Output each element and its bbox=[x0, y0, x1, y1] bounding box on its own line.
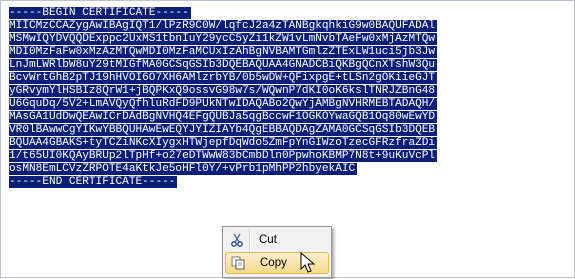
menu-item-label: Copy bbox=[260, 257, 287, 269]
selected-text: yGRvymYlHSBIz8QrW1+jBQPKxQ9ossvG98w7s/WQ… bbox=[9, 85, 438, 97]
menu-item-cut[interactable]: Cut bbox=[225, 229, 329, 250]
certificate-line: MDI0MzFaFw0xMzAzMTQwMDI0MzFaMCUxIzAhBgNV… bbox=[9, 46, 569, 59]
selected-text: MIICMzCCAZygAwIBAgIQT1/lPzR9C0W/lqfcJ2a4… bbox=[9, 20, 438, 32]
certificate-line: 1/t65UI0KQAyBRUp2lTpHf+o27eDTWwW83bCmbDl… bbox=[9, 150, 569, 163]
certificate-line: MIICMzCCAZygAwIBAgIQT1/lPzR9C0W/lqfcJ2a4… bbox=[9, 20, 569, 33]
certificate-line: BQUAA4GBAKS+tyTCZiNKcXIygxHTWjepfDqWdo5Z… bbox=[9, 137, 569, 150]
certificate-line: MAsGA1UdDwQEAwICrDAdBgNVHQ4EFgQUBJa5qgBc… bbox=[9, 111, 569, 124]
certificate-line: U6GquDq/5V2+LmAVQyQfhluRdFD9PUkNTwIDAQAB… bbox=[9, 98, 569, 111]
selected-text: BcvWrtGhB2pTJ19hHVOI6O7XH6AMlzrbYB/0b5wD… bbox=[9, 72, 438, 84]
certificate-line: yGRvymYlHSBIz8QrW1+jBQPKxQ9ossvG98w7s/WQ… bbox=[9, 85, 569, 98]
selected-text: -----END CERTIFICATE----- bbox=[9, 176, 178, 188]
selected-text: U6GquDq/5V2+LmAVQyQfhluRdFD9PUkNTwIDAQAB… bbox=[9, 98, 438, 110]
selected-text: osMN8EmLCVzZRPOTE4aKtkJe5oHFl0Y/+vPrb1pM… bbox=[9, 163, 358, 175]
certificate-line: LnJmLWRlbW8uY29tMIGfMA0GCSqGSIb3DQEBAQUA… bbox=[9, 59, 569, 72]
selected-text: MDI0MzFaFw0xMzAzMTQwMDI0MzFaMCUxIzAhBgNV… bbox=[9, 46, 438, 58]
selected-text: 1/t65UI0KQAyBRUp2lTpHf+o27eDTWwW83bCmbDl… bbox=[9, 150, 438, 162]
certificate-line: -----BEGIN CERTIFICATE----- bbox=[9, 7, 569, 20]
menu-item-label: Cut bbox=[259, 233, 277, 246]
selected-text: MSMwIQYDVQQDExppc2UxMS1tbnIuY29ycC5yZi1k… bbox=[9, 33, 438, 45]
copy-icon bbox=[226, 256, 250, 270]
certificate-line: VR0lBAwwCgYIKwYBBQUHAwEwEQYJYIZIAYb4QgEB… bbox=[9, 124, 569, 137]
selected-text: -----BEGIN CERTIFICATE----- bbox=[9, 7, 191, 19]
scissors-icon bbox=[225, 233, 249, 247]
certificate-line: -----END CERTIFICATE----- bbox=[9, 176, 569, 189]
mouse-pointer-icon bbox=[300, 251, 316, 279]
selected-text: MAsGA1UdDwQEAwICrDAdBgNVHQ4EFgQUBJa5qgBc… bbox=[9, 111, 438, 123]
certificate-line: osMN8EmLCVzZRPOTE4aKtkJe5oHFl0Y/+vPrb1pM… bbox=[9, 163, 569, 176]
certificate-line: MSMwIQYDVQQDExppc2UxMS1tbnIuY29ycC5yZi1k… bbox=[9, 33, 569, 46]
selected-text: VR0lBAwwCgYIKwYBBQUHAwEwEQYJYIZIAYb4QgEB… bbox=[9, 124, 438, 136]
selected-text: LnJmLWRlbW8uY29tMIGfMA0GCSqGSIb3DQEBAQUA… bbox=[9, 59, 438, 71]
certificate-line: BcvWrtGhB2pTJ19hHVOI6O7XH6AMlzrbYB/0b5wD… bbox=[9, 72, 569, 85]
selected-text: BQUAA4GBAKS+tyTCZiNKcXIygxHTWjepfDqWdo5Z… bbox=[9, 137, 438, 149]
